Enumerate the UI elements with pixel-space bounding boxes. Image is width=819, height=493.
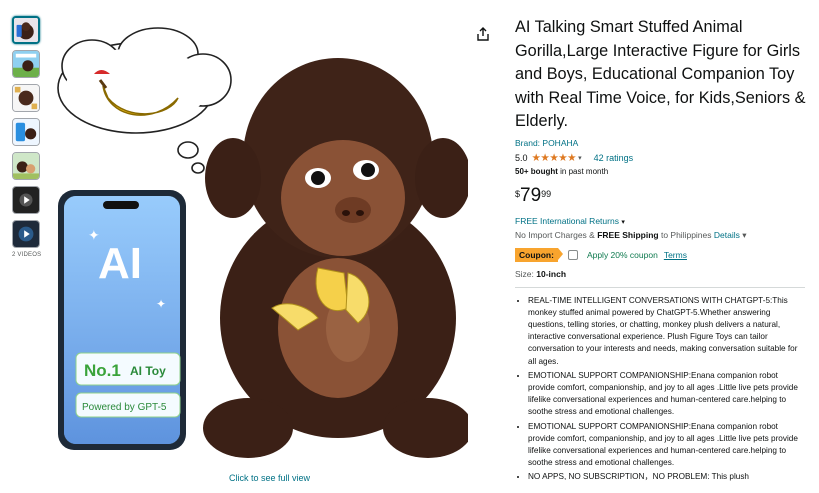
size-selection: Size: 10-inch (515, 269, 810, 279)
size-value: 10-inch (536, 268, 567, 279)
list-item: EMOTIONAL SUPPORT COMPANIONSHIP:Enana co… (528, 421, 807, 470)
list-item: NO APPS, NO SUBSCRIPTION，NO PROBLEM: Thi… (528, 471, 807, 483)
chevron-down-icon: ▾ (621, 218, 625, 226)
chevron-down-icon[interactable]: ▾ (578, 154, 582, 162)
price-whole: 79 (520, 184, 542, 206)
divider (515, 286, 805, 288)
returns-link[interactable]: FREE International Returns ▾ (515, 216, 810, 226)
thumbnail-1[interactable] (12, 16, 40, 44)
returns-label: FREE International Returns (515, 215, 619, 226)
badge-ai-toy: AI Toy (130, 364, 166, 378)
svg-text:AI: AI (98, 239, 142, 288)
thumbnail-4[interactable] (12, 118, 40, 146)
thumbnail-5[interactable] (12, 152, 40, 180)
thought-cloud-icon (57, 27, 232, 174)
list-item: EMOTIONAL SUPPORT COMPANIONSHIP:Enana co… (528, 370, 807, 419)
see-full-view-link[interactable]: Click to see full view (229, 473, 310, 483)
videos-count-label: 2 VIDEOS (12, 252, 42, 258)
shipping-details-link[interactable]: Details (714, 230, 740, 240)
price: $ 79 99 (515, 184, 810, 206)
coupon-badge: Coupon: (515, 247, 563, 262)
coupon-checkbox[interactable] (567, 249, 578, 260)
ratings-count-link[interactable]: 42 ratings (594, 153, 634, 163)
thumbnail-7-video[interactable] (12, 220, 40, 248)
feature-bullets: REAL-TIME INTELLIGENT CONVERSATIONS WITH… (515, 295, 807, 484)
product-info-panel: AI Talking Smart Stuffed Animal Gorilla,… (515, 16, 810, 486)
coupon-terms-link[interactable]: Terms (664, 250, 687, 260)
rating-row: 5.0 ★★★★★ ▾ 42 ratings (515, 152, 810, 164)
coupon-row: Coupon: Apply 20% coupon Terms (515, 247, 810, 262)
star-rating-icon[interactable]: ★★★★★ (532, 152, 577, 164)
list-item: REAL-TIME INTELLIGENT CONVERSATIONS WITH… (528, 295, 807, 368)
thumbnail-3[interactable] (12, 84, 40, 112)
shipping-info: No Import Charges & FREE Shipping to Phi… (515, 230, 810, 241)
thumbnail-6-video[interactable] (12, 186, 40, 214)
free-shipping-label: FREE Shipping (597, 229, 659, 240)
gorilla-plush (203, 58, 468, 458)
product-title: AI Talking Smart Stuffed Animal Gorilla,… (515, 18, 806, 130)
svg-text:✦: ✦ (88, 227, 100, 243)
thumbnail-strip: 2 VIDEOS (12, 16, 42, 258)
bought-suffix: in past month (557, 166, 609, 176)
badge-powered-by: Powered by GPT-5 (82, 402, 167, 413)
chevron-down-icon[interactable]: ▾ (742, 230, 746, 240)
thumbnail-2[interactable] (12, 50, 40, 78)
price-fraction: 99 (541, 188, 552, 199)
share-icon[interactable] (475, 26, 491, 42)
size-label: Size: (515, 268, 537, 279)
badge-no1: No.1 (84, 361, 121, 380)
svg-text:✦: ✦ (156, 297, 166, 311)
rating-value: 5.0 (515, 152, 528, 163)
coupon-text: Apply 20% coupon (586, 249, 658, 260)
brand-link[interactable]: Brand: POHAHA (515, 138, 810, 148)
bought-in-past-month: 50+ bought in past month (515, 167, 810, 176)
main-product-image[interactable]: AI ✦ ✦ No.1 AI Toy Powered by GPT-5 (48, 18, 468, 463)
shipping-destination: to Philippines (658, 229, 714, 240)
shipping-prefix: No Import Charges & (515, 229, 598, 240)
bought-count: 50+ bought (515, 166, 558, 176)
